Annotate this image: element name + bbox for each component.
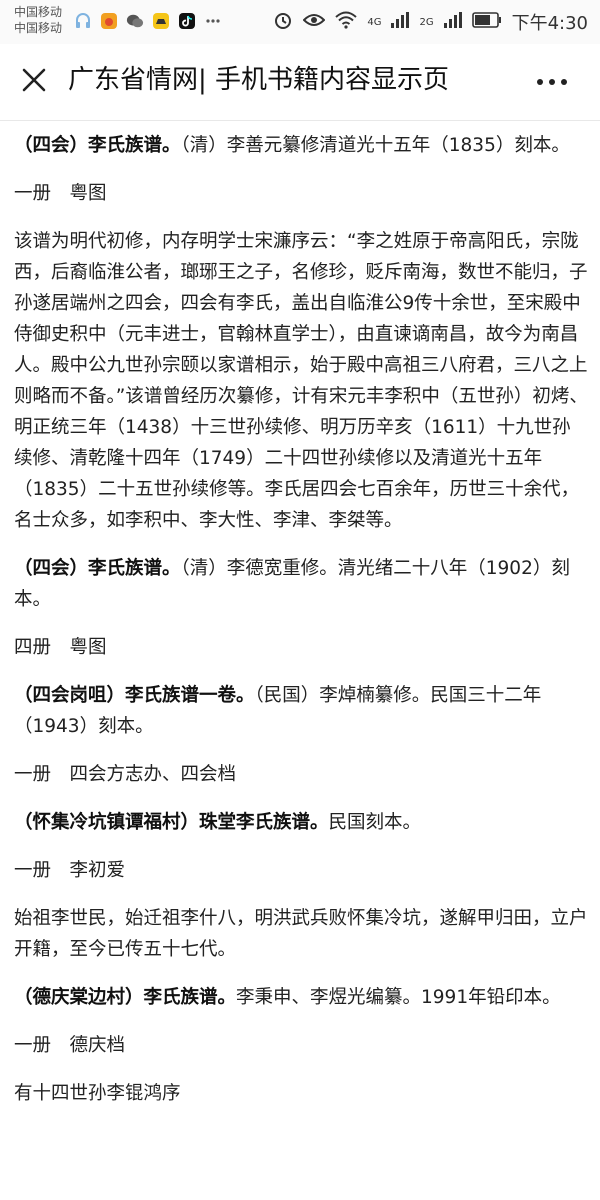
- page-title: 广东省情网| 手机书籍内容显示页: [68, 65, 450, 95]
- tiktok-icon: [178, 12, 196, 30]
- carrier-1: 中国移动: [14, 5, 63, 19]
- entry-title: （四会岗咀）李氏族谱一卷。: [14, 685, 255, 706]
- entry-title: （怀集冷坑镇谭福村）珠堂李氏族谱。: [14, 812, 329, 833]
- shopping-app-icon: [100, 12, 118, 30]
- entry-3-meta: 一册 四会方志办、四会档: [14, 764, 237, 785]
- entry-title: （四会）李氏族谱。: [14, 558, 181, 579]
- entry-1-meta: 一册 粤图: [14, 183, 107, 204]
- entry-5-description: 有十四世孙李锟鸿序: [14, 1083, 181, 1104]
- battery-icon: [471, 12, 502, 32]
- entry-title: （四会）李氏族谱。: [14, 135, 181, 156]
- alarm-icon: [273, 10, 293, 34]
- more-notifications-icon: [204, 12, 222, 30]
- carrier-info: 中国移动 中国移动: [14, 4, 62, 36]
- network-4g-label: 4G: [367, 16, 382, 28]
- entry-4-description: 始祖李世民，始迁祖李什八，明洪武兵败怀集冷坑，遂解甲归田，立户开籍，至今已传五十…: [14, 908, 588, 960]
- entry-title: （德庆棠边村）李氏族谱。: [14, 987, 237, 1008]
- carrier-2: 中国移动: [14, 21, 63, 35]
- more-button[interactable]: [534, 68, 570, 96]
- wifi-icon: [335, 11, 357, 33]
- clock: 下午4:30: [511, 13, 588, 34]
- system-status: 4G 2G 下午4:30: [273, 0, 588, 44]
- entry-1: （四会）李氏族谱。（清）李善元纂修清道光十五年（1835）刻本。: [14, 130, 588, 161]
- taxi-app-icon: [152, 12, 170, 30]
- entry-4-meta: 一册 李初爱: [14, 860, 126, 881]
- entry-text: 民国刻本。: [328, 812, 422, 833]
- entry-1-description: 该谱为明代初修，内存明学士宋濂序云：“李之姓原于帝高阳氏，宗陇西，后裔临淮公者，…: [14, 231, 588, 531]
- wechat-icon: [126, 12, 144, 30]
- close-icon: [22, 68, 46, 92]
- entry-4: （怀集冷坑镇谭福村）珠堂李氏族谱。民国刻本。: [14, 807, 588, 838]
- signal-icon-2: [443, 12, 462, 32]
- nav-bar: 广东省情网| 手机书籍内容显示页: [0, 44, 600, 121]
- entry-5: （德庆棠边村）李氏族谱。李秉申、李煜光编纂。1991年铅印本。: [14, 982, 588, 1013]
- signal-icon: [391, 12, 410, 32]
- eye-icon: [302, 12, 326, 32]
- entry-2: （四会）李氏族谱。（清）李德宽重修。清光绪二十八年（1902）刻本。: [14, 553, 588, 615]
- entry-text: 李秉申、李煜光编纂。1991年铅印本。: [236, 987, 561, 1008]
- network-2g-label: 2G: [419, 16, 434, 28]
- entry-5-meta: 一册 德庆档: [14, 1035, 126, 1056]
- entry-text: （清）李善元纂修清道光十五年（1835）刻本。: [180, 135, 570, 156]
- headset-icon: [74, 12, 92, 30]
- entry-3: （四会岗咀）李氏族谱一卷。（民国）李焯楠纂修。民国三十二年（1943）刻本。: [14, 680, 588, 742]
- status-bar: 中国移动 中国移动 4G 2G 下午4:30: [0, 0, 600, 44]
- book-content: （四会）李氏族谱。（清）李善元纂修清道光十五年（1835）刻本。 一册 粤图 该…: [14, 124, 588, 1126]
- more-icon: [537, 79, 567, 85]
- notification-icons: [74, 10, 222, 32]
- entry-2-meta: 四册 粤图: [14, 637, 107, 658]
- close-button[interactable]: [18, 64, 50, 96]
